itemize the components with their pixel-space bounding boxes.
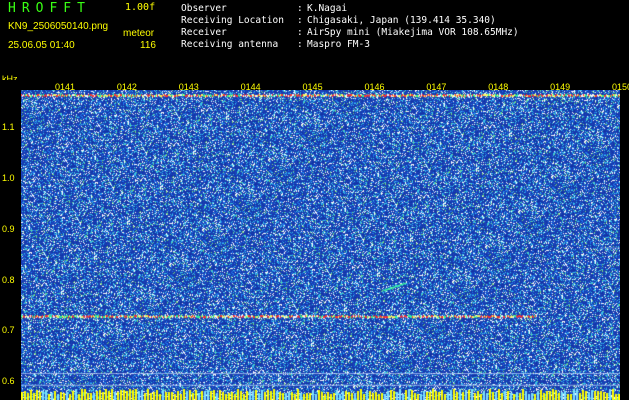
x-tick-label: 0148 [488,82,509,92]
header-panel: HROFFT 1.00f KN9_2506050140.png meteor 2… [0,0,629,80]
x-tick-label: 0144 [240,82,261,92]
mode-label: meteor [123,28,155,39]
spectrogram [21,90,620,400]
x-tick-label: 0145 [302,82,323,92]
file-name: KN9_2506050140.png [8,21,109,32]
location-sep: : [297,15,303,26]
x-tick-label: 0150 [612,82,629,92]
receiver-key: Receiver [181,27,227,38]
x-tick-label: 0142 [116,82,137,92]
x-tick-label: 0146 [364,82,385,92]
y-tick-label: 0.9 [2,223,15,234]
antenna-sep: : [297,39,303,50]
y-tick-label: 0.6 [2,376,15,387]
location-value: Chigasaki, Japan (139.414 35.340) [307,15,496,26]
x-tick-label: 0143 [178,82,199,92]
receiver-sep: : [297,27,303,38]
receiver-value: AirSpy mini (Miakejima VOR 108.65MHz) [307,27,519,38]
x-tick-label: 0147 [426,82,447,92]
app-version: 1.00f [125,2,156,13]
y-tick-label: 1.0 [2,172,15,183]
antenna-value: Maspro FM-3 [307,39,370,50]
x-tick-label: 0141 [55,82,76,92]
echo-count: 116 [140,40,156,51]
y-tick-label: 1.1 [2,122,15,133]
observer-sep: : [297,3,303,14]
spectrogram-canvas [21,90,620,400]
antenna-key: Receiving antenna [181,39,279,50]
y-tick-label: 0.7 [2,325,15,336]
app-title: HROFFT [8,1,91,16]
observer-key: Observer [181,3,227,14]
date-time: 25.06.05 01:40 [8,40,75,51]
observer-value: K.Nagai [307,3,348,14]
x-tick-label: 0149 [550,82,571,92]
y-tick-label: 0.8 [2,274,15,285]
location-key: Receiving Location [181,15,284,26]
